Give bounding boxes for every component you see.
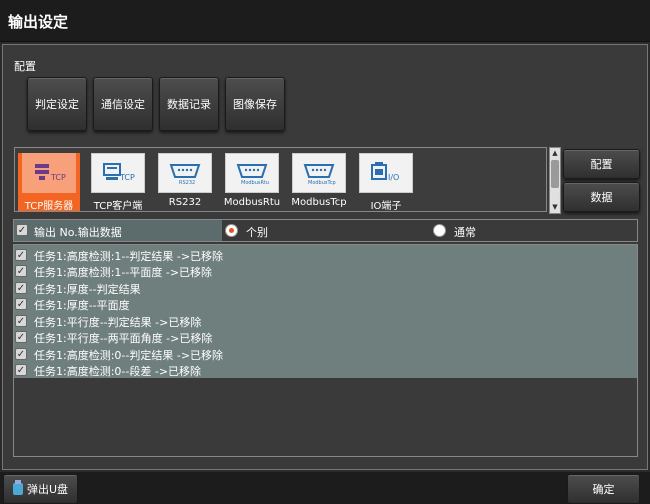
list-item[interactable]: ✓ 任务1:厚度--平面度 bbox=[14, 296, 637, 312]
protocol-label: ModbusTcp bbox=[291, 197, 347, 208]
protocol-label: RS232 bbox=[168, 197, 202, 208]
protocol-label: IO端子 bbox=[370, 201, 402, 212]
tcp-server-icon: TCP bbox=[22, 153, 76, 193]
list-item[interactable]: ✓ 任务1:平行度--两平面角度 ->已移除 bbox=[14, 329, 637, 345]
tcp-client-icon: TCP bbox=[91, 153, 145, 193]
bottom-bar: 弹出U盘 确定 bbox=[0, 472, 650, 504]
list-item[interactable]: ✓ 任务1:平行度--判定结果 ->已移除 bbox=[14, 313, 637, 329]
list-item[interactable]: ✓ 任务1:高度检测:1--平面度 ->已移除 bbox=[14, 263, 637, 279]
protocol-rs232[interactable]: RS232 RS232 bbox=[154, 153, 216, 211]
svg-text:ModbusRtu: ModbusRtu bbox=[241, 180, 269, 186]
list-item[interactable]: ✓ 任务1:高度检测:0--段差 ->已移除 bbox=[14, 362, 637, 378]
item-checkbox[interactable]: ✓ bbox=[15, 364, 27, 376]
tab-communication-settings[interactable]: 通信设定 bbox=[93, 77, 153, 131]
item-checkbox[interactable]: ✓ bbox=[15, 265, 27, 277]
radio-individual-label: 个别 bbox=[246, 226, 268, 239]
output-item-list: ✓ 任务1:高度检测:1--判定结果 ->已移除 ✓ 任务1:高度检测:1--平… bbox=[13, 244, 638, 457]
protocol-label: ModbusRtu bbox=[223, 197, 281, 208]
protocol-scrollbar[interactable]: ▲ ▼ bbox=[549, 147, 561, 214]
item-checkbox[interactable]: ✓ bbox=[15, 315, 27, 327]
svg-text:TCP: TCP bbox=[119, 173, 135, 182]
data-button[interactable]: 数据 bbox=[563, 182, 640, 212]
item-checkbox[interactable]: ✓ bbox=[15, 348, 27, 360]
io-terminal-icon: I/O bbox=[359, 153, 413, 193]
radio-normal-label: 通常 bbox=[454, 226, 476, 239]
item-checkbox[interactable]: ✓ bbox=[15, 282, 27, 294]
modbus-tcp-icon: ModbusTcp bbox=[292, 153, 346, 193]
config-button[interactable]: 配置 bbox=[563, 149, 640, 179]
item-checkbox[interactable]: ✓ bbox=[15, 249, 27, 261]
svg-text:ModbusTcp: ModbusTcp bbox=[308, 180, 336, 186]
radio-individual[interactable] bbox=[225, 224, 238, 237]
svg-text:I/O: I/O bbox=[388, 173, 399, 182]
protocol-modbus-tcp[interactable]: ModbusTcp ModbusTcp bbox=[288, 153, 350, 211]
scroll-up-icon[interactable]: ▲ bbox=[550, 149, 560, 158]
list-item[interactable]: ✓ 任务1:高度检测:1--判定结果 ->已移除 bbox=[14, 247, 637, 263]
eject-usb-button[interactable]: 弹出U盘 bbox=[3, 474, 78, 504]
ok-button[interactable]: 确定 bbox=[567, 474, 640, 504]
title-bar: 输出设定 bbox=[0, 0, 650, 42]
radio-normal[interactable] bbox=[433, 224, 446, 237]
protocol-label: TCP客户端 bbox=[93, 201, 143, 212]
svg-text:TCP: TCP bbox=[50, 173, 66, 182]
protocol-io-terminal[interactable]: I/O IO端子 bbox=[355, 153, 417, 212]
list-item[interactable]: ✓ 任务1:厚度--判定结果 bbox=[14, 280, 637, 296]
scroll-thumb[interactable] bbox=[551, 160, 559, 188]
output-all-checkbox[interactable]: ✓ bbox=[16, 224, 28, 236]
tab-data-logging[interactable]: 数据记录 bbox=[159, 77, 219, 131]
protocol-modbus-rtu[interactable]: ModbusRtu ModbusRtu bbox=[221, 153, 283, 211]
item-checkbox[interactable]: ✓ bbox=[15, 298, 27, 310]
protocol-tcp-server[interactable]: TCP TCP服务器 bbox=[18, 153, 80, 212]
svg-text:RS232: RS232 bbox=[179, 180, 195, 186]
tab-judgement-settings[interactable]: 判定设定 bbox=[27, 77, 87, 131]
scroll-down-icon[interactable]: ▼ bbox=[550, 203, 560, 212]
protocol-tcp-client[interactable]: TCP TCP客户端 bbox=[87, 153, 149, 212]
usb-icon bbox=[12, 480, 23, 495]
tab-image-save[interactable]: 图像保存 bbox=[225, 77, 285, 131]
output-header-row: ✓ 输出 No.输出数据 个别 通常 bbox=[13, 219, 638, 242]
item-checkbox[interactable]: ✓ bbox=[15, 331, 27, 343]
protocol-panel: TCP TCP服务器 TCP TCP客户端 RS232 RS232 Modbus… bbox=[14, 147, 547, 212]
modbus-rtu-icon: ModbusRtu bbox=[225, 153, 279, 193]
window-title: 输出设定 bbox=[8, 13, 69, 31]
protocol-label: TCP服务器 bbox=[24, 201, 74, 212]
output-header-label: 输出 No.输出数据 bbox=[34, 226, 122, 239]
list-item[interactable]: ✓ 任务1:高度检测:0--判定结果 ->已移除 bbox=[14, 346, 637, 362]
config-section-label: 配置 bbox=[14, 60, 36, 73]
rs232-icon: RS232 bbox=[158, 153, 212, 193]
eject-usb-label: 弹出U盘 bbox=[26, 483, 69, 496]
